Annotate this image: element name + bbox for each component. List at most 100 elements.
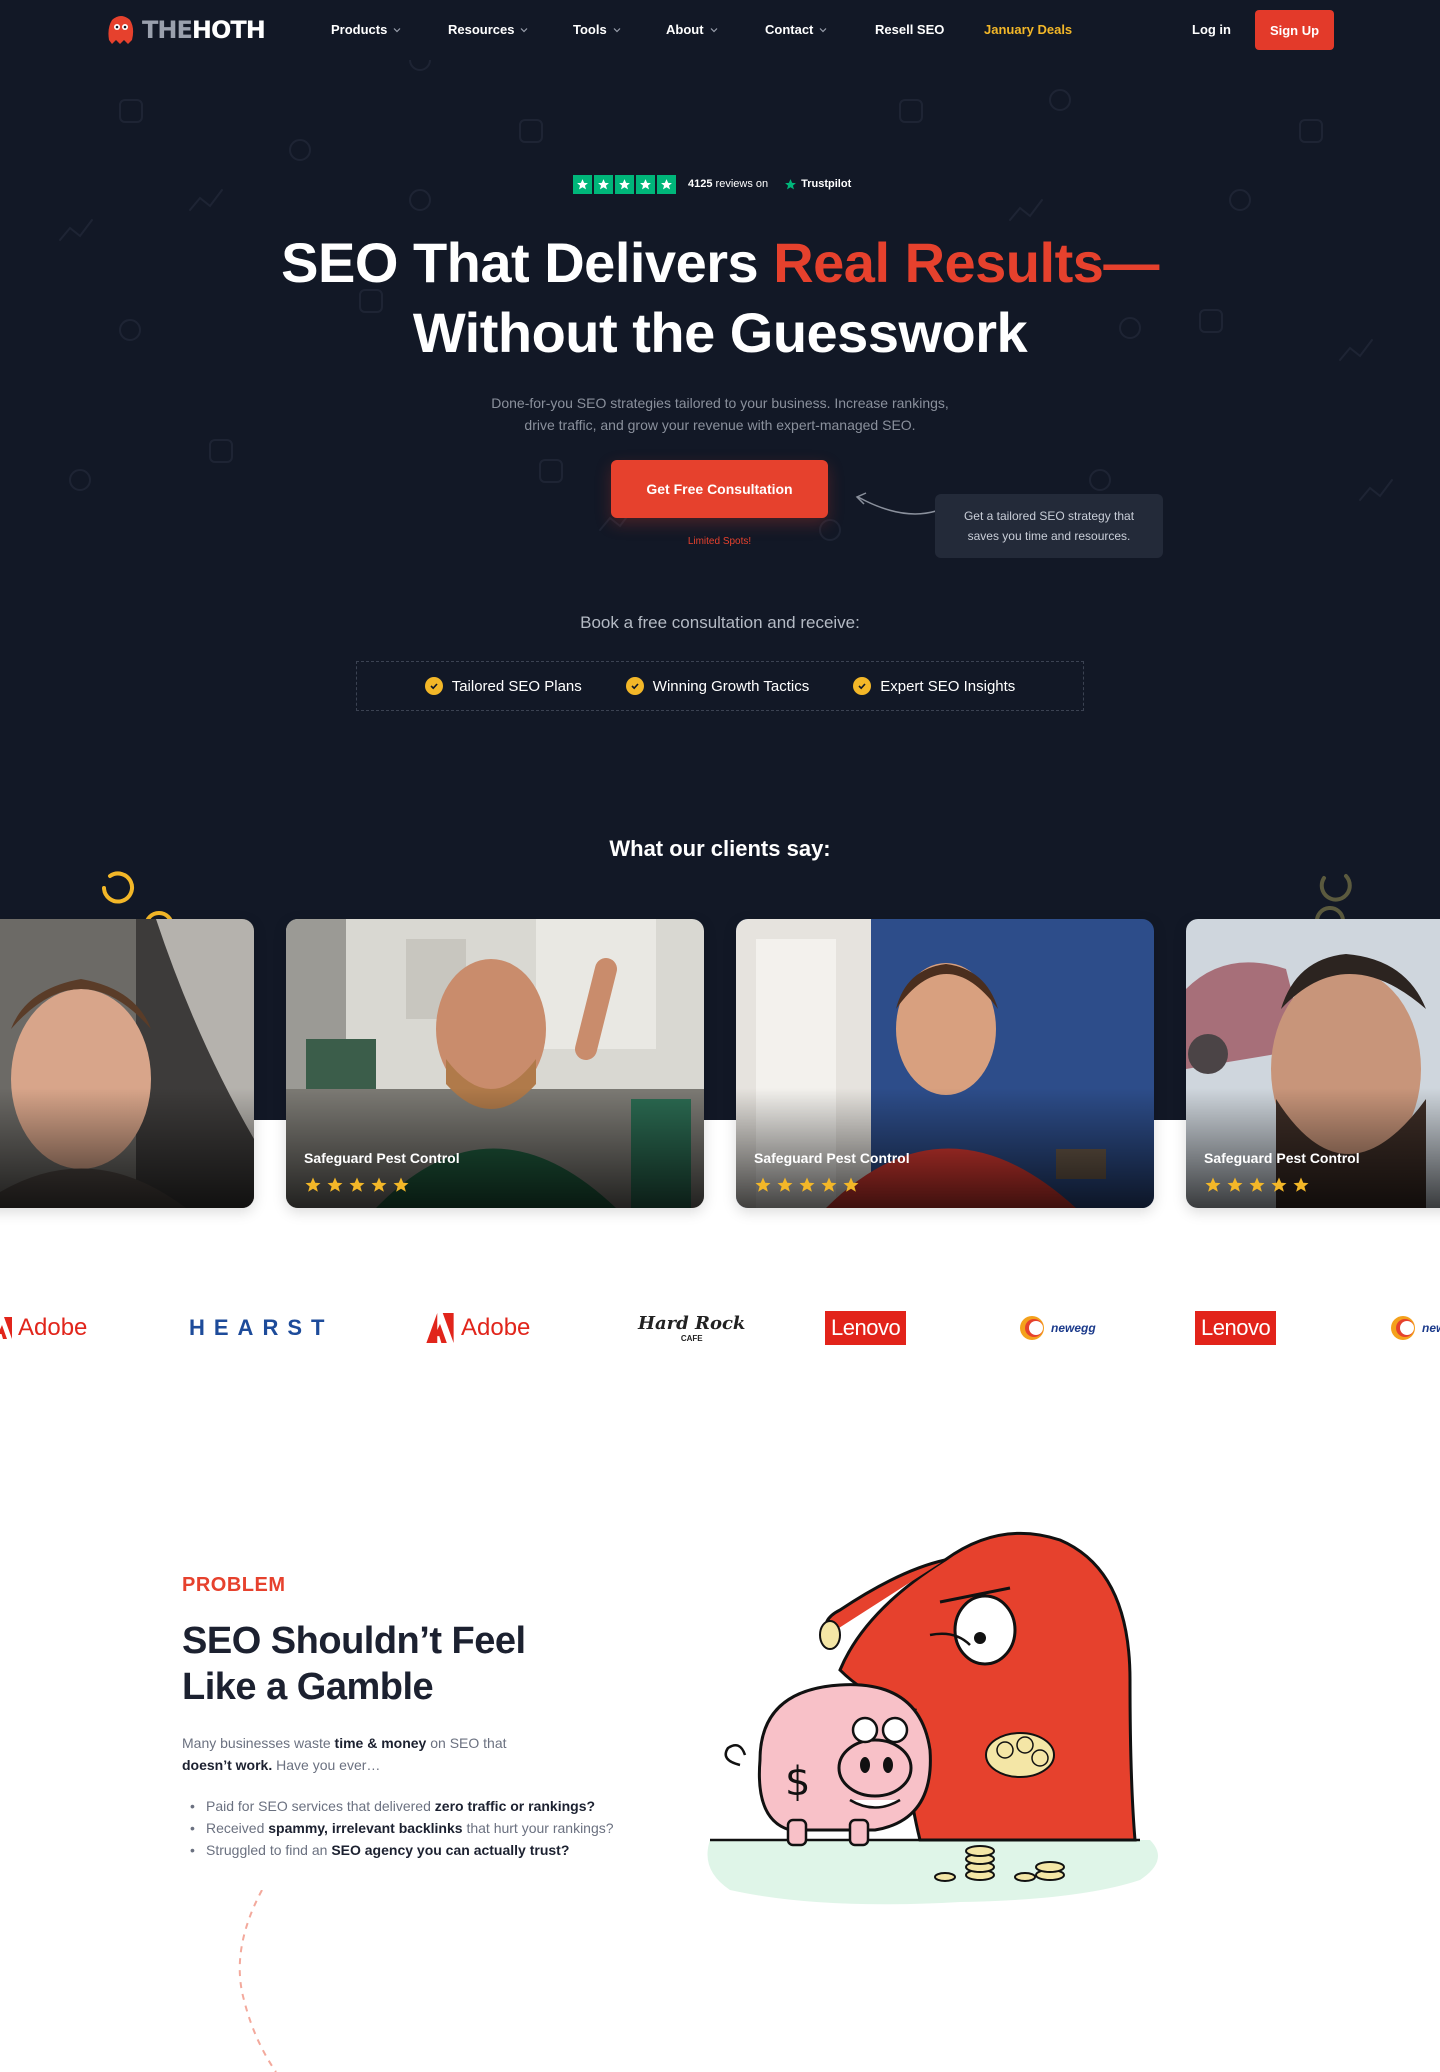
newegg-egg-icon (1391, 1316, 1415, 1340)
testimonial-video-card[interactable]: Safeguard Pest Control (286, 919, 704, 1208)
consultation-tooltip: Get a tailored SEO strategy that saves yo… (935, 494, 1163, 558)
lenovo-logo: Lenovo (825, 1300, 907, 1356)
adobe-logo-icon (426, 1313, 454, 1343)
star-icon (1227, 1177, 1243, 1192)
check-circle-icon (853, 677, 872, 695)
testimonials-heading: What our clients say: (609, 836, 831, 861)
star-icon (327, 1177, 343, 1192)
star-icon (393, 1177, 409, 1192)
nav-tools[interactable]: Tools (573, 22, 621, 37)
nav-contact-label: Contact (765, 22, 814, 37)
star-rating (304, 1176, 410, 1194)
benefit-item: Tailored SEO Plans (424, 677, 582, 695)
hero-subtitle: Done-for-you SEO strategies tailored to … (491, 395, 949, 433)
star-icon (349, 1177, 365, 1192)
chevron-down-icon (710, 27, 717, 32)
mascot-piggy-bank-illustration: $ (707, 1531, 1158, 1905)
trustpilot-star-icon (785, 178, 797, 189)
consultation-heading: Book a free consultation and receive: (580, 613, 860, 632)
decorative-dashed-line (238, 1890, 277, 2072)
star-icon (371, 1177, 387, 1192)
hard-rock-logo: Hard Rock CAFE (638, 1313, 746, 1343)
chevron-down-icon (613, 27, 621, 32)
star-icon (573, 174, 592, 194)
page: THEHOTH Products Resources Tools About C… (0, 0, 1440, 2072)
nav-tools-label: Tools (573, 22, 607, 37)
trustpilot-rating[interactable]: 4125 reviews on Trustpilot (573, 174, 851, 194)
nav-resources-label: Resources (448, 22, 515, 37)
hearst-logo: HEARST (189, 1315, 334, 1340)
logo-text: THEHOTH (142, 16, 266, 44)
testimonial-client-name: Safeguard Pest Control (754, 1150, 910, 1166)
nav-resources[interactable]: Resources (448, 22, 528, 37)
trustpilot-stars (573, 174, 676, 194)
star-icon (777, 1177, 793, 1192)
chevron-down-icon (819, 27, 827, 32)
nav-products-label: Products (331, 22, 388, 37)
testimonial-video-card[interactable]: Safeguard Pest Control (736, 919, 1154, 1208)
nav-about-label: About (666, 22, 704, 37)
adobe-logo-icon (0, 1317, 12, 1339)
star-icon (1249, 1177, 1265, 1192)
nav-january-deals[interactable]: January Deals (984, 22, 1072, 37)
testimonial-video-card[interactable]: Safeguard Pest Control (1186, 919, 1440, 1208)
benefit-item: Expert SEO Insights (853, 677, 1015, 695)
star-icon (843, 1177, 859, 1192)
signup-button[interactable]: Sign Up (1255, 10, 1334, 50)
star-rating (754, 1176, 860, 1194)
logo[interactable]: THEHOTH (106, 13, 266, 47)
star-icon (799, 1177, 815, 1192)
star-icon (1205, 1177, 1221, 1192)
newegg-egg-icon (1020, 1316, 1044, 1340)
nav-contact[interactable]: Contact (765, 22, 827, 37)
client-logos-strip: Adobe HEARST Adobe Hard Rock CAFE Lenovo… (0, 1300, 1440, 1356)
star-icon (1271, 1177, 1287, 1192)
nav-january-deals-label: January Deals (984, 22, 1073, 37)
decorative-ring-icon (102, 871, 134, 904)
trustpilot-review-count: 4125 reviews on (688, 178, 769, 190)
curved-arrow-icon (855, 492, 937, 515)
star-icon (615, 174, 634, 194)
trustpilot-brand: Trustpilot (784, 178, 851, 191)
nav-products[interactable]: Products (331, 22, 401, 37)
nav-resell-seo-label: Resell SEO (875, 22, 945, 37)
star-rating (1204, 1176, 1310, 1194)
svg-text:$: $ (785, 1759, 810, 1805)
nav-about[interactable]: About (666, 22, 718, 37)
list-item: Paid for SEO services that delivered zer… (190, 1795, 670, 1817)
check-circle-icon (625, 677, 644, 695)
problem-intro: Many businesses waste time & money on SE… (182, 1735, 507, 1773)
hoth-mascot-logo-icon (108, 16, 134, 44)
star-icon (1293, 1177, 1309, 1192)
limited-spots-note: Limited Spots! (687, 536, 752, 547)
hero-title: SEO That Delivers Real Results— Without … (281, 231, 1159, 364)
star-icon (755, 1177, 771, 1192)
problem-title: SEO Shouldn’t Feel Like a Gamble (182, 1620, 526, 1708)
newegg-logo: newe (1390, 1300, 1440, 1356)
nav-resell-seo[interactable]: Resell SEO (875, 22, 944, 37)
testimonial-video-card[interactable]: rol (0, 919, 254, 1208)
star-icon (636, 174, 655, 194)
star-icon (821, 1177, 837, 1192)
get-free-consultation-button[interactable]: Get Free Consultation (611, 460, 828, 518)
testimonial-client-name: Safeguard Pest Control (304, 1150, 460, 1166)
benefit-item: Winning Growth Tactics (625, 677, 809, 695)
star-icon (657, 174, 676, 194)
star-icon (305, 1177, 321, 1192)
adobe-logo: Adobe (0, 1300, 87, 1356)
list-item: Received spammy, irrelevant backlinks th… (190, 1817, 670, 1839)
login-link[interactable]: Log in (1192, 22, 1231, 37)
chevron-down-icon (521, 27, 528, 32)
problem-list: Paid for SEO services that delivered zer… (190, 1795, 670, 1861)
hero-title-highlight: Real Results— (773, 231, 1159, 294)
adobe-logo: Adobe (425, 1300, 530, 1356)
top-navigation: THEHOTH Products Resources Tools About C… (0, 0, 1440, 60)
list-item: Struggled to find an SEO agency you can … (190, 1839, 670, 1861)
card-shade (0, 1088, 254, 1208)
newegg-logo: newegg (1019, 1300, 1096, 1356)
star-icon (594, 174, 613, 194)
testimonial-client-name: Safeguard Pest Control (1204, 1150, 1360, 1166)
lenovo-logo: Lenovo (1195, 1300, 1277, 1356)
benefits-box: Tailored SEO Plans Winning Growth Tactic… (356, 661, 1084, 711)
problem-label: PROBLEM (182, 1574, 286, 1596)
